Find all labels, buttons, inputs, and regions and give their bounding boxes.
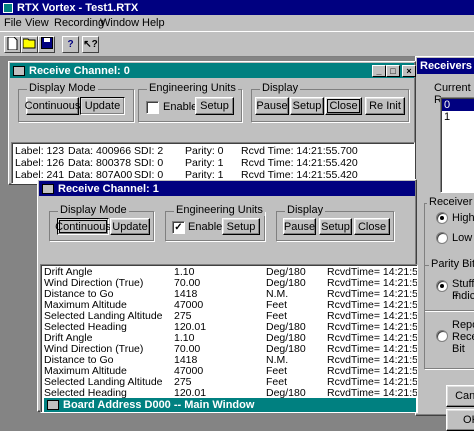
ch0-data-list[interactable]: Label: 123 Data: 400966 SDI: 2 Parity: 0… bbox=[11, 142, 415, 184]
app-titlebar[interactable]: RTX Vortex - Test1.RTX bbox=[0, 0, 474, 15]
ch0-row0-sdi: SDI: 2 bbox=[134, 145, 164, 157]
channel0-titlebar[interactable]: Receive Channel: 0 bbox=[10, 63, 414, 78]
low-speed-label: Low bbox=[452, 232, 473, 244]
cancel-button[interactable]: Cance bbox=[446, 385, 474, 407]
receivers-window: Receivers S Current Re 0 1 Receiver S Hi… bbox=[415, 56, 474, 431]
ch0-row1-parity: Parity: 1 bbox=[185, 157, 224, 169]
ch1-close-button[interactable]: Close bbox=[354, 218, 390, 235]
channel1-title: Receive Channel: 1 bbox=[58, 182, 159, 195]
app-title: RTX Vortex - Test1.RTX bbox=[17, 1, 139, 14]
ch0-close-button[interactable]: Close bbox=[325, 97, 362, 115]
channel1-window: Receive Channel: 1 Display Mode Continuo… bbox=[37, 179, 418, 413]
channel0-maximize-button[interactable]: □ bbox=[386, 65, 400, 77]
ch0-row0-label: Label: 123 bbox=[15, 145, 65, 157]
menu-help[interactable]: Help bbox=[142, 17, 165, 29]
ch0-row0-time: Rcvd Time: 14:21:55.700 bbox=[241, 145, 358, 157]
ch1-eng-setup-button[interactable]: Setup bbox=[222, 218, 260, 235]
menu-view[interactable]: View bbox=[25, 17, 49, 29]
board-window-titlebar[interactable]: Board Address D000 -- Main Window bbox=[44, 398, 416, 412]
stuff-parity-label-2: Indicat bbox=[452, 290, 474, 302]
help-icon[interactable]: ? bbox=[62, 36, 79, 53]
receiver-list-item-1[interactable]: 1 bbox=[442, 111, 474, 123]
open-icon[interactable] bbox=[21, 36, 38, 53]
channel1-titlebar[interactable]: Receive Channel: 1 bbox=[39, 181, 415, 196]
receivers-title: Receivers S bbox=[420, 60, 474, 72]
ch1-pause-button[interactable]: Pause bbox=[283, 218, 316, 235]
stuff-parity-radio[interactable] bbox=[436, 280, 448, 292]
ch0-row0-parity: Parity: 0 bbox=[185, 145, 224, 157]
menu-file[interactable]: File bbox=[4, 17, 22, 29]
new-icon[interactable] bbox=[4, 36, 21, 53]
ch0-row1-time: Rcvd Time: 14:21:55.420 bbox=[241, 157, 358, 169]
ch1-eng-units-label: Engineering Units bbox=[174, 204, 265, 216]
ch1-enable-label: Enable bbox=[188, 221, 223, 233]
ch0-enable-checkbox[interactable] bbox=[146, 101, 159, 114]
report-parity-label-2: Receive bbox=[452, 331, 474, 343]
receiver-list[interactable]: 0 1 bbox=[440, 97, 474, 193]
ch0-update-button[interactable]: Update bbox=[80, 97, 125, 115]
ch0-eng-units-label: Engineering Units bbox=[147, 82, 238, 94]
board-window-title: Board Address D000 -- Main Window bbox=[63, 399, 255, 411]
parity-bit-label: Parity Bit bbox=[429, 258, 474, 270]
ch0-eng-setup-button[interactable]: Setup bbox=[195, 97, 234, 115]
ch0-reinit-button[interactable]: Re Init bbox=[365, 97, 405, 115]
report-parity-radio[interactable] bbox=[436, 330, 448, 342]
menu-window[interactable]: Window bbox=[100, 17, 139, 29]
channel0-icon bbox=[13, 65, 25, 76]
ch0-setup-button[interactable]: Setup bbox=[290, 97, 324, 115]
ch0-row0-data: Data: 400966 bbox=[68, 145, 132, 157]
board-window-icon bbox=[47, 400, 59, 410]
receiver-list-item-0[interactable]: 0 bbox=[442, 99, 474, 111]
receiver-speed-label: Receiver S bbox=[427, 196, 474, 208]
channel1-icon bbox=[42, 183, 54, 194]
channel0-close-button[interactable]: × bbox=[402, 65, 416, 77]
receivers-titlebar[interactable]: Receivers S bbox=[417, 58, 474, 74]
high-speed-label: High bbox=[452, 212, 474, 224]
report-parity-label: Report bbox=[452, 319, 474, 331]
ch1-update-button[interactable]: Update bbox=[110, 218, 150, 235]
report-parity-label-3: Bit bbox=[452, 343, 465, 355]
ch1-display-label: Display bbox=[285, 204, 326, 216]
high-speed-radio[interactable] bbox=[436, 212, 448, 224]
channel0-minimize-button[interactable]: _ bbox=[372, 65, 386, 77]
ch0-row1-sdi: SDI: 0 bbox=[134, 157, 164, 169]
menu-recording[interactable]: Recording bbox=[54, 17, 104, 29]
ch1-setup-button[interactable]: Setup bbox=[319, 218, 352, 235]
low-speed-radio[interactable] bbox=[436, 232, 448, 244]
context-help-icon[interactable]: ↖? bbox=[82, 36, 99, 53]
ch0-enable-label: Enable bbox=[163, 101, 198, 113]
ch0-row1-data: Data: 800378 bbox=[68, 157, 132, 169]
channel0-title: Receive Channel: 0 bbox=[29, 64, 130, 77]
ch0-continuous-button[interactable]: Continuous bbox=[25, 97, 80, 115]
ch1-enable-checkbox[interactable]: ✓ bbox=[172, 221, 185, 234]
ch0-row1-label: Label: 126 bbox=[15, 157, 65, 169]
ch0-display-label: Display bbox=[260, 82, 301, 94]
ch1-display-mode-label: Display Mode bbox=[58, 204, 129, 216]
ch0-display-mode-label: Display Mode bbox=[27, 82, 98, 94]
ch1-data-list[interactable]: Drift Angle1.10Deg/180RcvdTime= 14:21:55… bbox=[40, 264, 418, 413]
ch1-continuous-button[interactable]: Continuous bbox=[55, 218, 111, 235]
app-icon bbox=[3, 2, 13, 13]
channel0-window: Receive Channel: 0 _ □ × Display Mode Co… bbox=[8, 61, 416, 185]
ok-button[interactable]: OK bbox=[446, 409, 474, 431]
ch0-pause-button[interactable]: Pause bbox=[255, 97, 289, 115]
save-icon[interactable] bbox=[38, 36, 55, 53]
